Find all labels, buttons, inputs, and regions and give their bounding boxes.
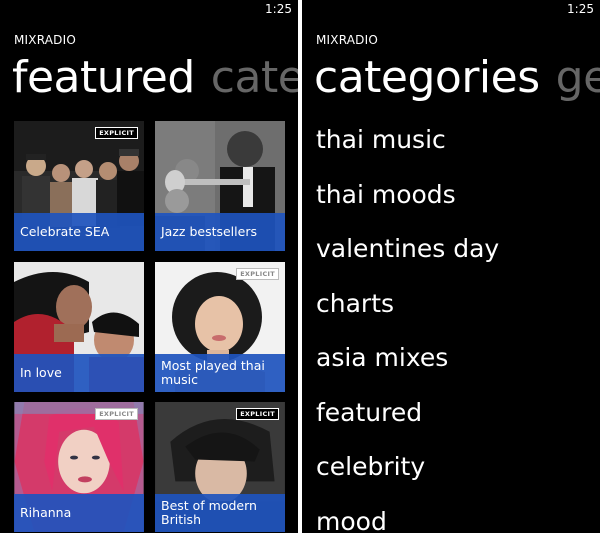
pivot-genres[interactable]: genres bbox=[556, 50, 600, 106]
app-title: MIXRADIO bbox=[14, 33, 76, 47]
mix-tile-jazz-bestsellers[interactable]: Jazz bestsellers bbox=[155, 121, 285, 251]
explicit-badge: EXPLICIT bbox=[236, 408, 279, 420]
explicit-badge: EXPLICIT bbox=[95, 408, 138, 420]
mix-tile-most-played-thai[interactable]: EXPLICIT Most played thai music bbox=[155, 262, 285, 392]
category-list: thai music thai moods valentines day cha… bbox=[316, 118, 499, 533]
pivot-categories[interactable]: categories bbox=[314, 50, 540, 106]
explicit-badge: EXPLICIT bbox=[236, 268, 279, 280]
category-item[interactable]: charts bbox=[316, 282, 499, 337]
category-item[interactable]: thai moods bbox=[316, 173, 499, 228]
mix-tile-best-of-modern-british[interactable]: EXPLICIT Best of modern British bbox=[155, 402, 285, 532]
pivot-header: featured categories bbox=[12, 50, 298, 106]
tile-label: In love bbox=[14, 354, 144, 392]
tile-label: Jazz bestsellers bbox=[155, 213, 285, 251]
mix-tile-rihanna[interactable]: EXPLICIT Rihanna bbox=[14, 402, 144, 532]
status-time: 1:25 bbox=[265, 2, 292, 16]
category-item[interactable]: featured bbox=[316, 391, 499, 446]
app-title: MIXRADIO bbox=[316, 33, 378, 47]
explicit-badge: EXPLICIT bbox=[95, 127, 138, 139]
tile-label: Best of modern British bbox=[155, 494, 285, 532]
tile-label: Most played thai music bbox=[155, 354, 285, 392]
mix-tile-in-love[interactable]: In love bbox=[14, 262, 144, 392]
categories-screen: 1:25 MIXRADIO categories genres thai musi… bbox=[302, 0, 600, 533]
tile-label: Celebrate SEA bbox=[14, 213, 144, 251]
pivot-header: categories genres bbox=[314, 50, 600, 106]
category-item[interactable]: thai music bbox=[316, 118, 499, 173]
pivot-categories[interactable]: categories bbox=[211, 50, 298, 106]
tile-label: Rihanna bbox=[14, 494, 144, 532]
pivot-featured[interactable]: featured bbox=[12, 50, 195, 106]
category-item[interactable]: asia mixes bbox=[316, 336, 499, 391]
category-item[interactable]: mood bbox=[316, 500, 499, 533]
category-item[interactable]: valentines day bbox=[316, 227, 499, 282]
category-item[interactable]: celebrity bbox=[316, 445, 499, 500]
mix-tile-celebrate-sea[interactable]: EXPLICIT Celebrate SEA bbox=[14, 121, 144, 251]
featured-screen: 1:25 MIXRADIO featured categories EXPLICI… bbox=[0, 0, 298, 533]
status-time: 1:25 bbox=[567, 2, 594, 16]
